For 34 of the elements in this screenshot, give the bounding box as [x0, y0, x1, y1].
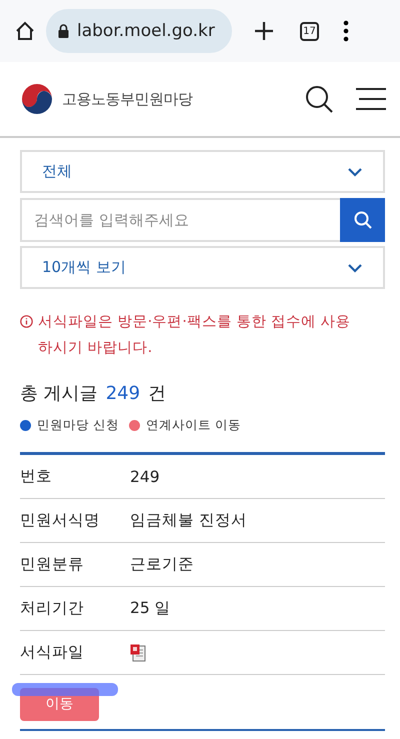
notice-text: 서식파일은 방문·우편·팩스를 통한 접수에 사용하시기 바랍니다.: [38, 313, 352, 358]
page-size-select[interactable]: 10개씩 보기: [20, 246, 385, 289]
total-count: 249: [106, 383, 140, 404]
field-value: 근로기준: [130, 554, 194, 575]
category-select[interactable]: 전체: [20, 150, 385, 193]
search-icon: [354, 211, 372, 229]
chevron-icon: [347, 166, 363, 176]
emblem-icon: [20, 82, 54, 116]
search-icon[interactable]: [304, 84, 334, 114]
field-label: 민원서식명: [20, 510, 101, 531]
document-icon[interactable]: [130, 644, 146, 662]
field-value: 임금체불 진정서: [130, 510, 247, 531]
field-label: 처리기간: [20, 598, 85, 619]
search-field[interactable]: 검색어를 입력해주세요: [20, 198, 340, 242]
address-bar[interactable]: labor.moel.go.kr: [46, 9, 232, 53]
lock-icon: [58, 24, 69, 38]
more-icon[interactable]: [343, 20, 349, 42]
home-icon[interactable]: [14, 20, 36, 42]
field-value: 25 일: [130, 598, 171, 619]
search-button[interactable]: [340, 198, 385, 242]
chevron-icon: [347, 262, 363, 272]
field-label: 민원분류: [20, 554, 85, 575]
info-icon: [20, 315, 33, 328]
legend-label: 민원마당 신청: [37, 417, 119, 434]
menu-icon[interactable]: [356, 87, 386, 111]
new-tab-icon[interactable]: [254, 21, 274, 41]
field-value: 249: [130, 468, 160, 486]
tab-count-button[interactable]: 17: [300, 22, 319, 40]
site-title[interactable]: 고용노동부민원마당: [62, 90, 296, 108]
total-unit: 건: [148, 382, 166, 405]
field-label: 서식파일: [20, 642, 85, 663]
total-label: 총 게시글: [20, 382, 98, 405]
legend-label: 연계사이트 이동: [146, 417, 241, 434]
field-label: 번호: [20, 466, 53, 487]
